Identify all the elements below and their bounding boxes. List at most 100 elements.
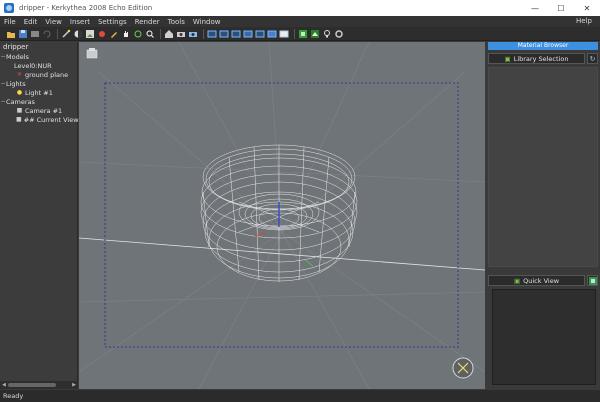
viewport-camera-icon[interactable] (86, 48, 98, 59)
menu-help[interactable]: Help (572, 16, 596, 27)
tree-node-lights-label: Lights (6, 79, 26, 88)
ground-plane-icon: ✕ (16, 71, 23, 78)
pan-hand-icon[interactable] (121, 29, 131, 39)
menu-view[interactable]: View (41, 18, 66, 26)
library-selection-label: Library Selection (513, 54, 569, 63)
camera-view-icon[interactable] (176, 29, 186, 39)
y-axis-marker (254, 231, 266, 238)
wand-icon[interactable] (61, 29, 71, 39)
lightbulb-icon[interactable] (322, 29, 332, 39)
quick-view-button[interactable]: ▣ Quick View (488, 275, 585, 286)
menu-bar: File Edit View Insert Settings Render To… (0, 16, 600, 27)
scroll-left-arrow-icon[interactable]: ◀ (2, 382, 6, 388)
view-wire-icon[interactable] (255, 29, 265, 39)
library-icon: ▣ (504, 54, 511, 63)
save-icon[interactable] (18, 29, 28, 39)
material-browser-header: Material Browser (488, 42, 598, 50)
view-top-icon[interactable] (219, 29, 229, 39)
toolbar-separator (160, 28, 161, 39)
tree-node-cameras-label: Cameras (6, 97, 35, 106)
render-safe-frame (104, 82, 459, 348)
x-axis-marker (304, 259, 314, 267)
view-shaded-icon[interactable] (279, 29, 289, 39)
library-selection-button[interactable]: ▣ Library Selection (488, 53, 585, 64)
tree-item-model[interactable]: Level0:NUR (0, 61, 77, 70)
menu-insert[interactable]: Insert (66, 18, 94, 26)
ground-grid (79, 42, 485, 389)
image-icon[interactable] (85, 29, 95, 39)
3d-viewport[interactable] (79, 42, 485, 389)
main-toolbar (0, 27, 600, 41)
close-scene-icon[interactable] (30, 29, 40, 39)
light-bulb-icon: ● (16, 89, 23, 96)
quick-view-preview (492, 289, 596, 385)
quick-view-icon: ▣ (513, 276, 521, 285)
scroll-right-arrow-icon[interactable]: ▶ (72, 382, 76, 388)
undo-icon[interactable] (42, 29, 52, 39)
tree-item-current-view[interactable]: ■ ## Current View (0, 115, 79, 124)
viewport-canvas[interactable] (79, 42, 485, 389)
tree-node-models[interactable]: − Models (0, 52, 77, 61)
camera-icon: ■ (16, 116, 22, 123)
menu-edit[interactable]: Edit (20, 18, 42, 26)
refresh-button[interactable]: ↻ (587, 53, 598, 64)
material-browser-panel: Material Browser ▣ Library Selection ↻ ▣… (486, 42, 600, 389)
quick-view-row: ▣ Quick View (488, 275, 598, 286)
view-solid-icon[interactable] (267, 29, 277, 39)
scene-tree-panel: dripper − Models Level0:NUR ✕ ground pla… (0, 42, 79, 389)
tree-root-scene[interactable]: dripper (0, 42, 77, 52)
menu-render[interactable]: Render (131, 18, 164, 26)
refresh-icon: ↻ (589, 54, 596, 63)
library-row: ▣ Library Selection ↻ (488, 53, 598, 64)
view-perspective-icon[interactable] (243, 29, 253, 39)
camera-icon: ■ (16, 107, 23, 114)
quick-view-render-button[interactable] (587, 275, 598, 286)
tree-item-current-view-label: ## Current View (23, 115, 79, 124)
tree-item-ground-plane[interactable]: ✕ ground plane (0, 70, 77, 79)
tree-item-camera[interactable]: ■ Camera #1 (0, 106, 77, 115)
tree-item-ground-plane-label: ground plane (25, 70, 69, 79)
tree-item-light-label: Light #1 (25, 88, 53, 97)
navigation-compass-icon[interactable] (452, 357, 474, 379)
pencil-icon[interactable] (109, 29, 119, 39)
orbit-icon[interactable] (133, 29, 143, 39)
tree-node-lights[interactable]: − Lights (0, 79, 77, 88)
render-region-icon[interactable] (310, 29, 320, 39)
zoom-icon[interactable] (145, 29, 155, 39)
half-moon-icon[interactable] (73, 29, 83, 39)
toolbar-separator (57, 28, 58, 39)
menu-tools[interactable]: Tools (164, 18, 189, 26)
kerkythea-app-icon (4, 3, 14, 13)
toolbar-separator (294, 28, 295, 39)
tree-item-light[interactable]: ● Light #1 (0, 88, 77, 97)
status-bar: Ready (0, 390, 600, 402)
view-side-icon[interactable] (231, 29, 241, 39)
window-title: dripper - Kerkythea 2008 Echo Edition (19, 4, 153, 12)
tree-item-model-label: Level0:NUR (14, 61, 52, 70)
home-view-icon[interactable] (164, 29, 174, 39)
menu-window[interactable]: Window (189, 18, 225, 26)
open-folder-icon[interactable] (6, 29, 16, 39)
menu-file[interactable]: File (0, 18, 20, 26)
menu-settings[interactable]: Settings (94, 18, 131, 26)
quick-view-label: Quick View (523, 276, 560, 285)
render-green-icon (588, 276, 597, 285)
material-list[interactable] (488, 67, 598, 267)
tree-horizontal-scrollbar[interactable]: ◀ ▶ (0, 381, 78, 389)
tree-node-models-label: Models (6, 52, 29, 61)
title-bar: dripper - Kerkythea 2008 Echo Edition — … (0, 0, 600, 16)
render-camera-icon[interactable] (188, 29, 198, 39)
render-icon[interactable] (298, 29, 308, 39)
scrollbar-thumb[interactable] (8, 383, 56, 387)
x-axis-line (79, 237, 485, 271)
settings-gear-icon[interactable] (334, 29, 344, 39)
tree-item-camera-label: Camera #1 (25, 106, 63, 115)
minimize-button[interactable]: — (522, 0, 548, 16)
view-front-icon[interactable] (207, 29, 217, 39)
maximize-button[interactable]: ☐ (548, 0, 574, 16)
toolbar-separator (203, 28, 204, 39)
window-controls: — ☐ ✕ (522, 0, 600, 16)
tree-node-cameras[interactable]: − Cameras (0, 97, 77, 106)
light-icon[interactable] (97, 29, 107, 39)
close-button[interactable]: ✕ (574, 0, 600, 16)
